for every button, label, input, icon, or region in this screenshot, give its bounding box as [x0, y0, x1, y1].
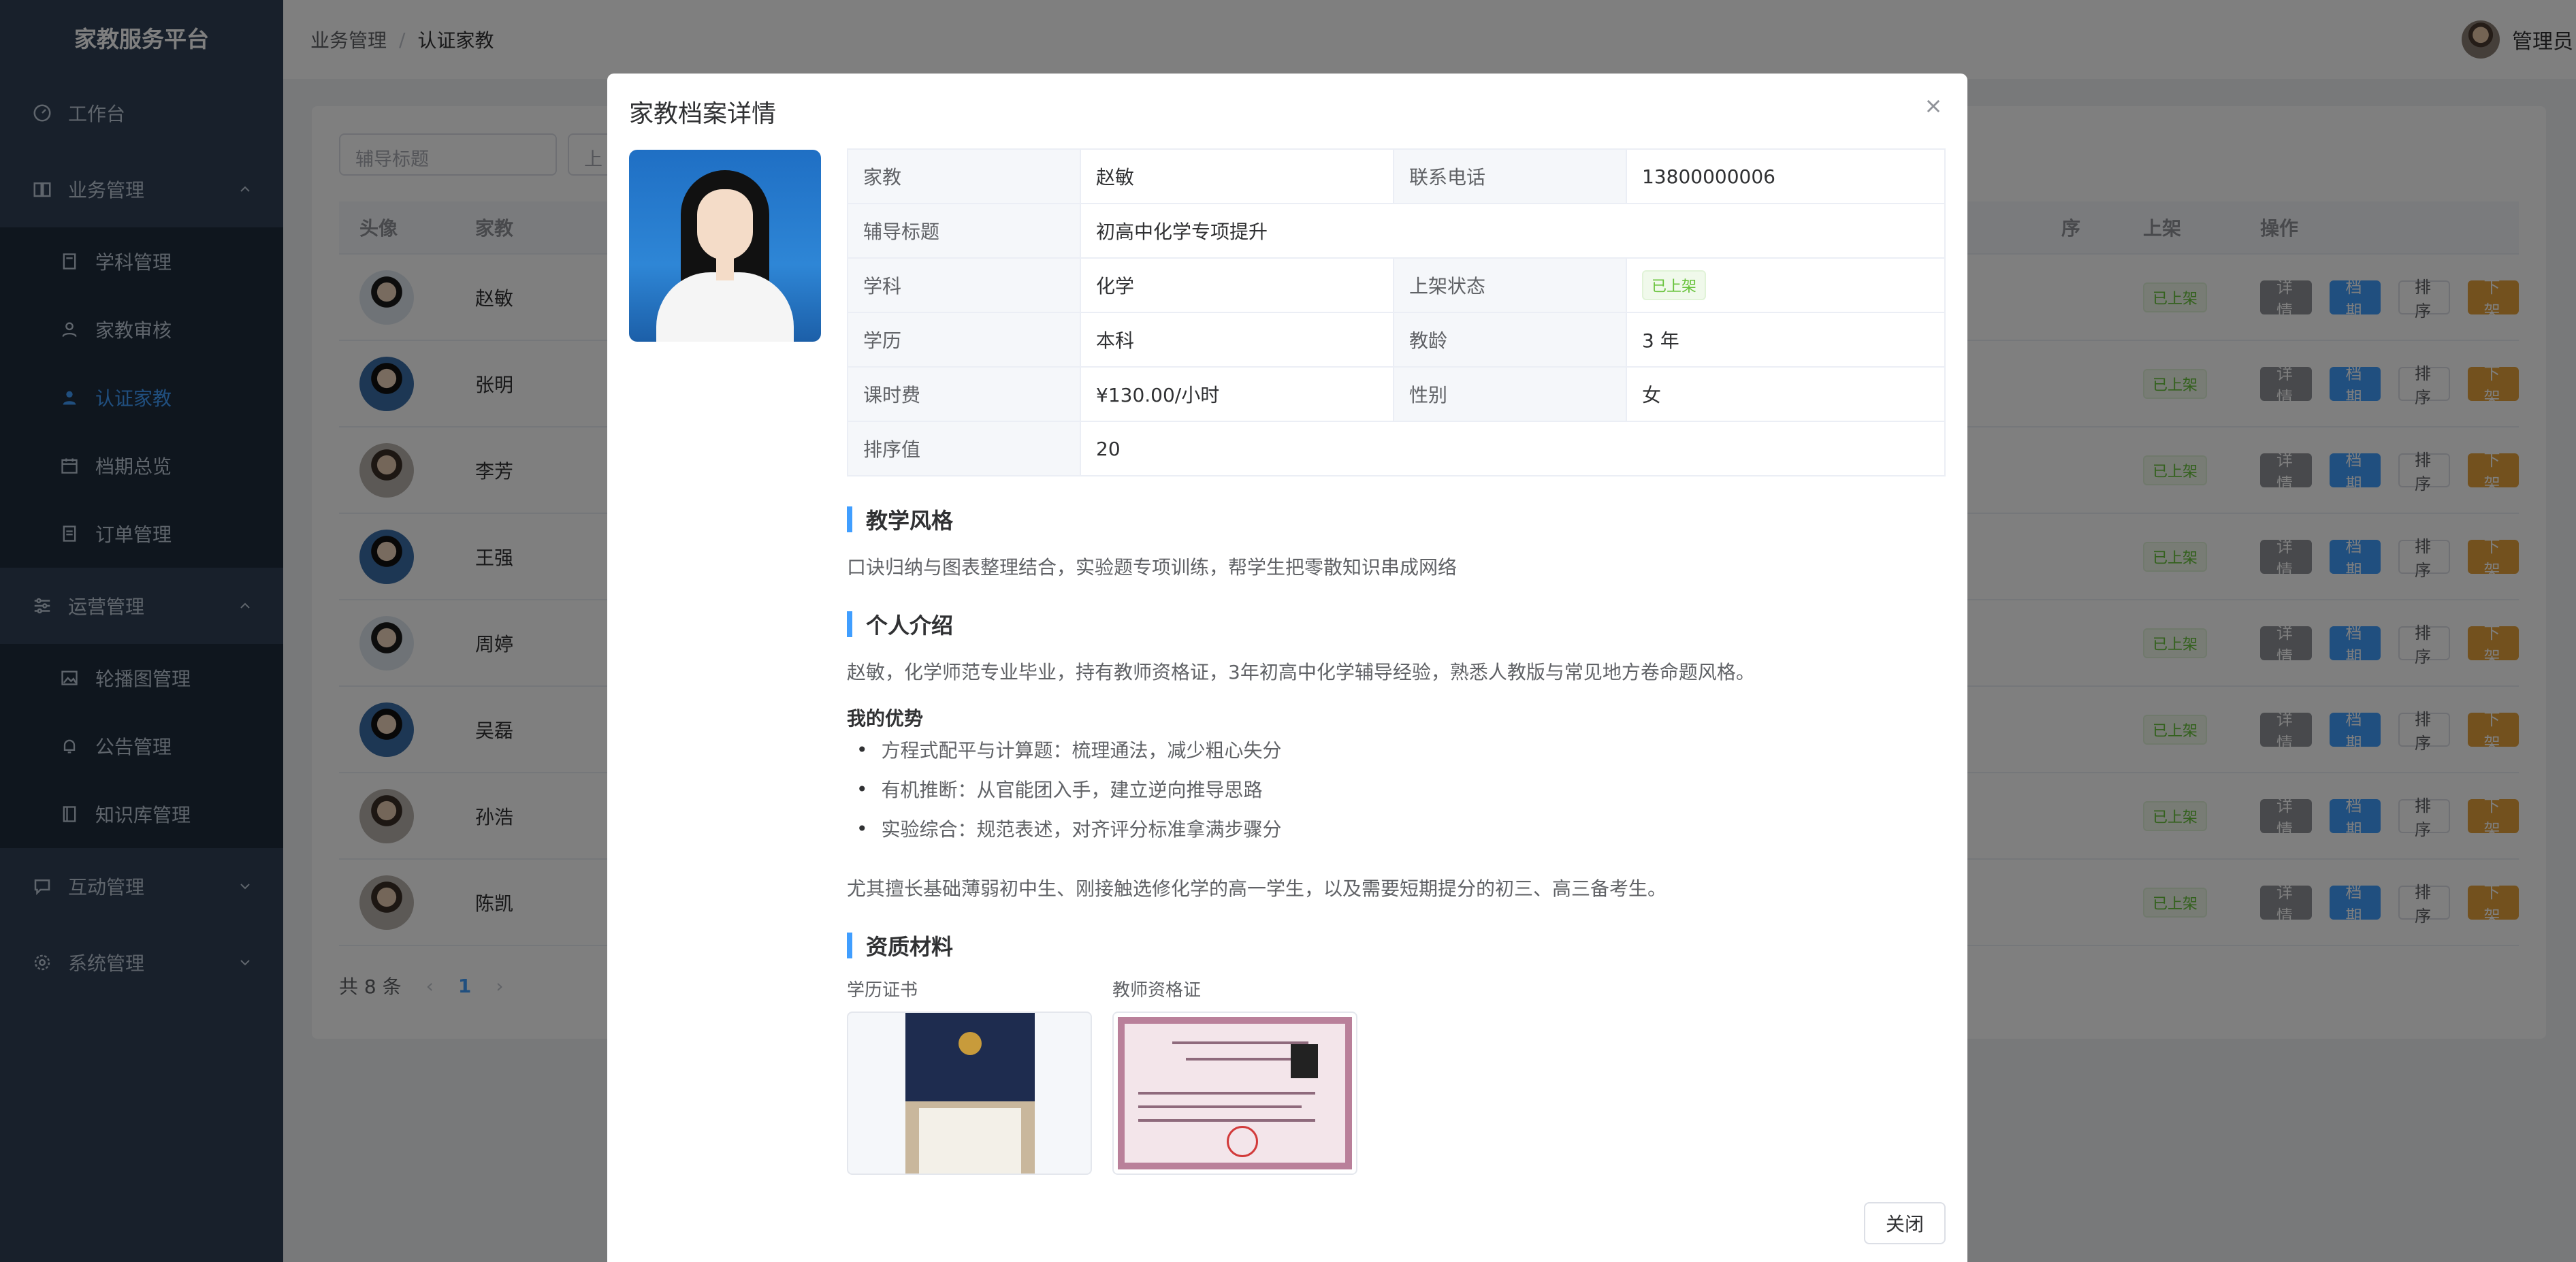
teacher-cert-image[interactable] — [1112, 1012, 1357, 1175]
field-label: 性别 — [1393, 366, 1627, 422]
field-phone: 13800000006 — [1626, 148, 1946, 204]
list-item: 方程式配平与计算题：梳理通法，减少粗心失分 — [847, 730, 1282, 769]
field-label: 学科 — [847, 257, 1081, 313]
tutor-detail-dialog: 家教档案详情 家教 赵敏 联系电话 13800000006 辅导标题 初高中化学… — [607, 74, 1967, 1262]
field-label: 联系电话 — [1393, 148, 1627, 204]
field-label: 家教 — [847, 148, 1081, 204]
intro-text: 赵敏，化学师范专业毕业，持有教师资格证，3年初高中化学辅导经验，熟悉人教版与常见… — [847, 661, 1755, 683]
field-label: 学历 — [847, 312, 1081, 368]
field-label: 排序值 — [847, 421, 1081, 476]
tutor-info-table: 家教 赵敏 联系电话 13800000006 辅导标题 初高中化学专项提升 学科… — [847, 148, 1946, 476]
field-gender: 女 — [1626, 366, 1946, 422]
field-label: 辅导标题 — [847, 203, 1081, 259]
section-heading-materials: 资质材料 — [847, 930, 953, 961]
field-fee: ¥130.00/小时 — [1080, 366, 1394, 422]
field-subject: 化学 — [1080, 257, 1394, 313]
diploma-label: 学历证书 — [847, 980, 918, 1001]
dialog-title: 家教档案详情 — [629, 100, 777, 128]
field-tutor: 赵敏 — [1080, 148, 1394, 204]
section-heading-intro: 个人介绍 — [847, 609, 953, 640]
diploma-image[interactable] — [847, 1012, 1092, 1175]
field-years: 3 年 — [1626, 312, 1946, 368]
list-item: 有机推断：从官能团入手，建立逆向推导思路 — [847, 769, 1282, 809]
intro-closing-text: 尤其擅长基础薄弱初中生、刚接触选修化学的高一学生，以及需要短期提分的初三、高三备… — [847, 877, 1667, 900]
tutor-photo — [629, 150, 821, 342]
teacher-cert-label: 教师资格证 — [1112, 980, 1202, 1001]
field-label: 课时费 — [847, 366, 1081, 422]
strengths-title: 我的优势 — [847, 707, 924, 730]
field-label: 上架状态 — [1393, 257, 1627, 313]
teaching-style-text: 口诀归纳与图表整理结合，实验题专项训练，帮学生把零散知识串成网络 — [847, 556, 1458, 579]
list-item: 实验综合：规范表述，对齐评分标准拿满步骤分 — [847, 809, 1282, 848]
strengths-list: 方程式配平与计算题：梳理通法，减少粗心失分 有机推断：从官能团入手，建立逆向推导… — [847, 730, 1282, 848]
close-button[interactable]: 关闭 — [1864, 1202, 1946, 1244]
section-heading-style: 教学风格 — [847, 504, 953, 535]
field-order: 20 — [1080, 421, 1946, 476]
status-badge: 已上架 — [1642, 270, 1707, 300]
close-icon[interactable] — [1924, 97, 1943, 116]
field-label: 教龄 — [1393, 312, 1627, 368]
field-education: 本科 — [1080, 312, 1394, 368]
field-title: 初高中化学专项提升 — [1080, 203, 1946, 259]
